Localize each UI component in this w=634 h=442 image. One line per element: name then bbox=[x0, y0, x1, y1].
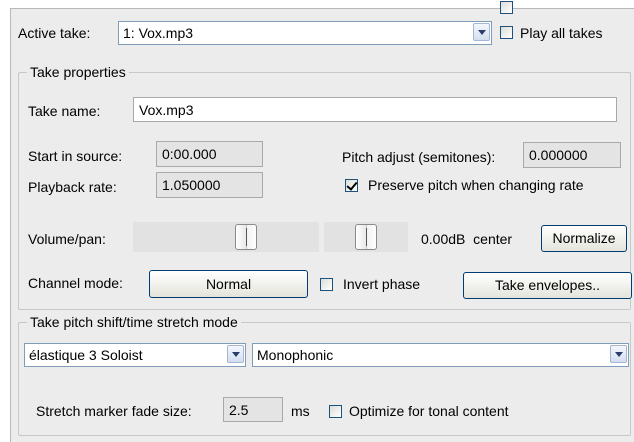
active-take-label: Active take: bbox=[18, 25, 91, 41]
volume-pan-readout: 0.00dB center bbox=[421, 231, 513, 247]
pitch-shift-legend: Take pitch shift/time stretch mode bbox=[27, 314, 241, 330]
volume-pan-label: Volume/pan: bbox=[28, 231, 106, 247]
chevron-down-icon[interactable] bbox=[610, 345, 627, 363]
preserve-pitch-label: Preserve pitch when changing rate bbox=[368, 177, 584, 193]
take-properties-dialog: Active take: 1: Vox.mp3 Play all takes T… bbox=[10, 1, 634, 442]
fade-size-label: Stretch marker fade size: bbox=[36, 403, 192, 419]
optimize-tonal-checkbox[interactable] bbox=[329, 405, 342, 418]
play-all-takes-checkbox[interactable] bbox=[500, 26, 513, 39]
fade-size-unit: ms bbox=[291, 403, 310, 419]
chevron-down-icon[interactable] bbox=[227, 345, 244, 363]
take-name-field[interactable]: Vox.mp3 bbox=[133, 97, 617, 122]
pan-slider[interactable] bbox=[324, 222, 408, 252]
normalize-button[interactable]: Normalize bbox=[541, 225, 627, 252]
algorithm-combo[interactable]: élastique 3 Soloist bbox=[24, 343, 246, 367]
channel-mode-button[interactable]: Normal bbox=[149, 270, 308, 298]
playback-rate-label: Playback rate: bbox=[28, 179, 117, 195]
chevron-down-icon[interactable] bbox=[473, 23, 490, 41]
playback-rate-field[interactable]: 1.050000 bbox=[156, 172, 263, 198]
channel-mode-label: Channel mode: bbox=[28, 275, 123, 291]
take-name-label: Take name: bbox=[28, 103, 101, 119]
pitch-adjust-field[interactable]: 0.000000 bbox=[523, 142, 621, 168]
start-in-source-label: Start in source: bbox=[28, 148, 123, 164]
take-properties-legend: Take properties bbox=[27, 64, 129, 80]
clipped-checkbox[interactable] bbox=[500, 1, 513, 14]
fade-size-field[interactable]: 2.5 bbox=[223, 397, 283, 422]
optimize-tonal-label: Optimize for tonal content bbox=[349, 403, 509, 419]
volume-slider[interactable] bbox=[133, 222, 319, 252]
active-take-value: 1: Vox.mp3 bbox=[123, 25, 194, 41]
algorithm-value: élastique 3 Soloist bbox=[29, 347, 143, 363]
stretch-mode-combo[interactable]: Monophonic bbox=[252, 343, 629, 367]
play-all-takes-label: Play all takes bbox=[520, 25, 603, 41]
volume-slider-thumb[interactable] bbox=[235, 224, 257, 250]
start-in-source-field[interactable]: 0:00.000 bbox=[156, 141, 263, 167]
stretch-mode-value: Monophonic bbox=[257, 347, 334, 363]
pitch-adjust-label: Pitch adjust (semitones): bbox=[342, 149, 496, 165]
pan-slider-thumb[interactable] bbox=[355, 224, 377, 250]
preserve-pitch-checkbox[interactable] bbox=[345, 179, 358, 192]
invert-phase-label: Invert phase bbox=[343, 276, 421, 292]
active-take-combo[interactable]: 1: Vox.mp3 bbox=[118, 21, 492, 45]
invert-phase-checkbox[interactable] bbox=[320, 278, 333, 291]
take-envelopes-button[interactable]: Take envelopes.. bbox=[463, 272, 632, 299]
